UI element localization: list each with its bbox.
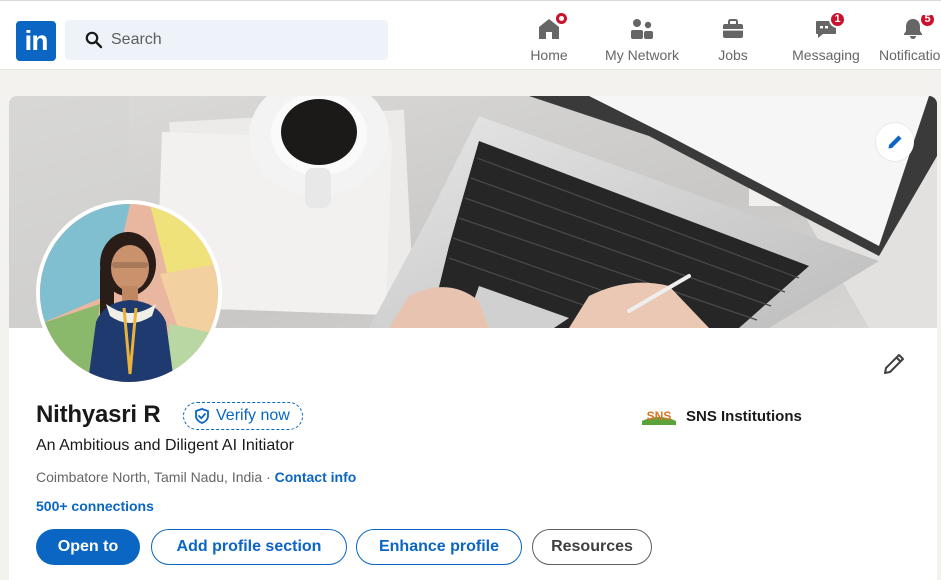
nav-item-notifications[interactable]: 5 Notifications bbox=[879, 15, 941, 67]
network-icon bbox=[631, 19, 653, 39]
edit-banner-button[interactable] bbox=[876, 123, 914, 161]
pencil-icon bbox=[888, 135, 902, 149]
profile-card: Nithyasri R Verify now An Ambitious and … bbox=[9, 96, 937, 580]
enhance-profile-button[interactable]: Enhance profile bbox=[356, 529, 522, 565]
open-to-button[interactable]: Open to bbox=[36, 529, 140, 565]
svg-text:SNS: SNS bbox=[647, 409, 672, 423]
resources-button[interactable]: Resources bbox=[532, 529, 652, 565]
nav-item-home[interactable]: Home bbox=[521, 11, 577, 67]
notifications-badge: 5 bbox=[919, 15, 936, 28]
search-input[interactable] bbox=[111, 20, 371, 60]
add-profile-section-button[interactable]: Add profile section bbox=[151, 529, 347, 565]
edit-intro-button[interactable] bbox=[879, 349, 909, 379]
nav-item-messaging[interactable]: 1 Messaging bbox=[790, 11, 862, 67]
top-navigation-bar: in Home My Network bbox=[0, 0, 941, 70]
organization-link[interactable]: SNS SNS Institutions bbox=[642, 407, 802, 425]
connections-link[interactable]: 500+ connections bbox=[36, 498, 154, 514]
verify-now-button[interactable]: Verify now bbox=[183, 402, 303, 430]
profile-location-line: Coimbatore North, Tamil Nadu, India · Co… bbox=[36, 469, 356, 485]
nav-label-jobs: Jobs bbox=[718, 47, 748, 63]
jobs-icon bbox=[723, 19, 743, 38]
contact-info-link[interactable]: Contact info bbox=[275, 469, 357, 485]
messaging-badge: 1 bbox=[829, 11, 846, 28]
nav-label-my-network: My Network bbox=[605, 47, 679, 63]
nav-label-notifications: Notifications bbox=[879, 47, 941, 63]
organization-name: SNS Institutions bbox=[686, 407, 802, 425]
location-separator: · bbox=[262, 469, 275, 485]
nav-label-messaging: Messaging bbox=[792, 47, 860, 63]
profile-avatar[interactable] bbox=[36, 200, 222, 386]
profile-headline: An Ambitious and Diligent AI Initiator bbox=[36, 437, 294, 454]
profile-name: Nithyasri R bbox=[36, 401, 161, 428]
profile-location: Coimbatore North, Tamil Nadu, India bbox=[36, 469, 263, 485]
linkedin-logo[interactable]: in bbox=[16, 21, 56, 61]
home-notification-dot bbox=[554, 11, 569, 26]
profile-photo bbox=[40, 204, 218, 382]
search-bar[interactable] bbox=[65, 20, 388, 60]
verify-now-label: Verify now bbox=[216, 407, 290, 424]
nav-item-my-network[interactable]: My Network bbox=[600, 15, 684, 67]
nav-label-home: Home bbox=[530, 47, 568, 63]
search-icon bbox=[85, 31, 103, 49]
sns-logo: SNS bbox=[642, 407, 676, 425]
nav-item-jobs[interactable]: Jobs bbox=[710, 15, 756, 67]
pencil-icon bbox=[884, 354, 904, 374]
shield-check-icon bbox=[195, 408, 209, 424]
